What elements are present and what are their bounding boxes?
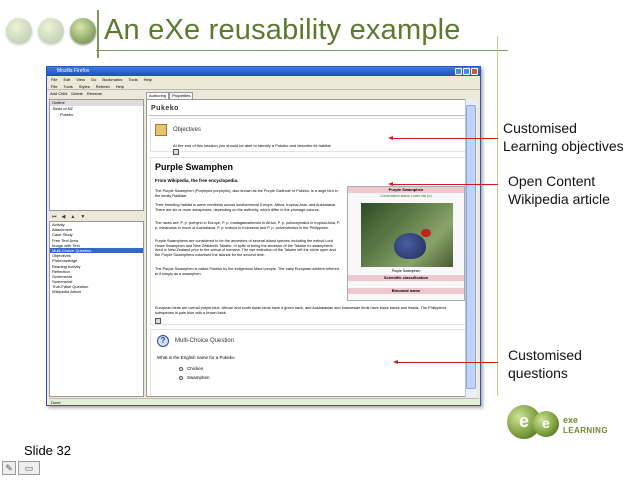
close-button[interactable] (471, 68, 478, 75)
option-label: Chicken (187, 366, 204, 371)
exe-menu-styles[interactable]: Styles (79, 83, 90, 89)
window-titlebar: Mozilla Firefox (47, 67, 480, 76)
editor-tabs: Authoring Properties (146, 92, 194, 99)
maximize-button[interactable] (463, 68, 470, 75)
mcq-question: What is the English name for a Pukeko (157, 355, 235, 360)
rename-button[interactable]: Rename (87, 90, 102, 98)
questions-arrow (393, 360, 498, 364)
menu-icon[interactable]: ▭ (18, 461, 40, 475)
idevice-item[interactable]: Wikipedia Article (50, 289, 143, 294)
option-label: Swamphen (187, 375, 210, 380)
photo-caption: Purple Swamphen (391, 269, 421, 273)
dot-icon (6, 18, 32, 44)
idevice-list: Activity Attachment Case Study Free Text Ar… (49, 221, 144, 397)
decorative-dots (6, 18, 96, 48)
mcq-title: Multi-Choice Question (175, 338, 235, 344)
edit-icon[interactable] (173, 149, 179, 155)
tab-authoring[interactable]: Authoring (146, 92, 170, 99)
app-window: Mozilla Firefox File Edit View Go Bookma… (46, 66, 481, 406)
scientific-classification: Scientific classification (348, 275, 464, 281)
slide-controls: ✎ ▭ (2, 461, 40, 477)
article-paragraph: The Purple Swamphen is called Pukeko by … (155, 267, 339, 276)
tab-properties[interactable]: Properties (169, 92, 194, 99)
question-icon: ? (157, 335, 169, 347)
article-paragraph: European birds are overall purple-blue, … (155, 306, 447, 315)
annotation-wikipedia: Open Content Wikipedia article (508, 173, 610, 207)
menu-edit[interactable]: Edit (63, 76, 70, 83)
article-subheading: From Wikipedia, the free encyclopedia. (155, 178, 239, 183)
taxobox: Purple Swamphen Conservation status: Low… (347, 186, 465, 301)
exe-logo: e e exe LEARNING (507, 405, 617, 445)
menu-file[interactable]: File (51, 76, 57, 83)
objectives-icon (155, 124, 167, 136)
title-underline (96, 50, 508, 51)
dot-icon (70, 18, 96, 44)
status-bar: Done (49, 398, 479, 405)
article-paragraph: Their breeding habitat is warm reedbeds … (155, 203, 336, 212)
down-arrow-icon[interactable]: ▼ (80, 213, 85, 221)
objectives-arrow (388, 136, 498, 140)
annotation-objectives: Customised Learning objectives (503, 120, 624, 154)
minimize-button[interactable] (455, 68, 462, 75)
article-paragraph: The races are; P. p. porhyrio in Europe,… (155, 221, 341, 230)
conservation-status: Conservation status: Lower risk (lc) (380, 194, 432, 198)
edit-icon[interactable] (155, 318, 161, 324)
delete-button[interactable]: Delete (71, 90, 83, 98)
outline-nav-buttons: ⏮ ◀ ▲ ▼ (49, 213, 144, 221)
exe-menu-tools[interactable]: Tools (63, 83, 72, 89)
menu-help[interactable]: Help (144, 76, 152, 83)
mcq-idevice: ? Multi-Choice Question What is the Engl… (150, 329, 468, 396)
logo-text: exe (563, 415, 579, 425)
exe-menu-file[interactable]: File (51, 83, 57, 89)
outline-toolbar: Add Child Delete Rename (47, 90, 144, 98)
article-paragraph: The Purple Swamphen (Porphyrio porphyrio… (155, 189, 338, 198)
objectives-title: Objectives (173, 127, 202, 133)
bird-photo (361, 203, 453, 267)
menu-go[interactable]: Go (91, 76, 96, 83)
wikipedia-arrow (388, 182, 498, 186)
dot-icon (38, 18, 64, 44)
pen-icon[interactable]: ✎ (2, 461, 16, 475)
mcq-option[interactable]: Swamphen (179, 375, 210, 380)
objectives-text: At the end of this session you should be… (173, 143, 331, 148)
menu-view[interactable]: View (76, 76, 85, 83)
binomial-name: Binomial name (348, 288, 464, 294)
slide-title: An eXe reusability example (104, 14, 461, 46)
outline-subitem[interactable]: Pukeko (50, 112, 143, 118)
bird-body (394, 233, 426, 259)
article-paragraph: Purple Swamphens are considered to be th… (155, 239, 336, 257)
menu-tools[interactable]: Tools (128, 76, 137, 83)
objectives-idevice: Objectives At the end of this session yo… (150, 118, 468, 155)
up-arrow-icon[interactable]: ▲ (70, 213, 75, 221)
page-title: Pukeko (149, 103, 467, 116)
browser-menubar: File Edit View Go Bookmarks Tools Help (47, 76, 480, 83)
radio-icon[interactable] (179, 375, 183, 380)
radio-icon[interactable] (179, 366, 183, 371)
add-child-button[interactable]: Add Child (50, 90, 67, 98)
exe-menubar: File Tools Styles Refresh Help (47, 83, 480, 90)
exe-menu-help[interactable]: Help (116, 83, 124, 89)
mcq-option[interactable]: Chicken (179, 366, 203, 371)
first-icon[interactable]: ⏮ (52, 213, 57, 221)
menu-bookmarks[interactable]: Bookmarks (102, 76, 122, 83)
slide-number: Slide 32 (24, 443, 71, 458)
authoring-area: Pukeko Objectives At the end of this ses… (146, 99, 471, 397)
window-title: Mozilla Firefox (57, 68, 90, 74)
exe-menu-refresh[interactable]: Refresh (96, 83, 110, 89)
logo-text: LEARNING (563, 426, 608, 435)
exe-mark: e (533, 411, 559, 437)
annotation-questions: Customised questions (508, 347, 582, 381)
left-arrow-icon[interactable]: ◀ (62, 213, 66, 221)
article-heading: Purple Swamphen (155, 162, 234, 172)
bird-beak (421, 229, 431, 237)
scrollbar-thumb[interactable] (466, 105, 476, 389)
right-guide-line (497, 36, 498, 396)
taxobox-title: Purple Swamphen (348, 187, 464, 193)
outline-panel: Outline Birds of NZ Pukeko (49, 99, 144, 211)
wikipedia-idevice: Purple Swamphen From Wikipedia, the free… (150, 157, 468, 325)
